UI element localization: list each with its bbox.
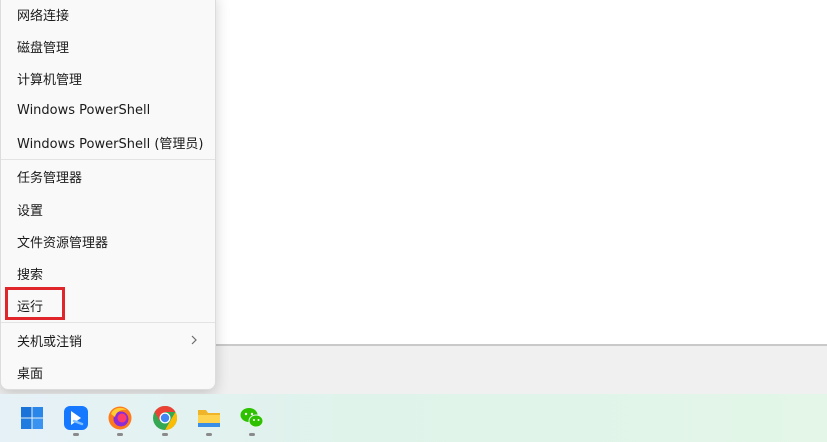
windows-start-icon xyxy=(21,407,43,429)
running-indicator xyxy=(162,433,168,436)
running-indicator xyxy=(249,433,255,436)
taskbar-feishu[interactable] xyxy=(58,400,94,436)
menu-item-computer-management[interactable]: 计算机管理 xyxy=(5,64,211,92)
menu-item-label: 磁盘管理 xyxy=(17,40,70,56)
chevron-right-icon xyxy=(191,335,197,345)
menu-item-label: 桌面 xyxy=(17,366,44,382)
menu-item-desktop[interactable]: 桌面 xyxy=(5,358,211,386)
menu-item-label: Windows PowerShell (管理员) xyxy=(17,136,204,152)
running-indicator xyxy=(206,433,212,436)
taskbar-chrome[interactable] xyxy=(147,400,183,436)
firefox-icon xyxy=(108,406,132,430)
menu-item-label: 关机或注销 xyxy=(17,334,83,350)
highlight-annotation-box xyxy=(5,287,65,320)
wechat-icon xyxy=(240,408,264,428)
menu-item-task-manager[interactable]: 任务管理器 xyxy=(5,162,211,190)
desktop: 网络连接 磁盘管理 计算机管理 Windows PowerShell Windo… xyxy=(0,0,827,442)
menu-item-network-connections[interactable]: 网络连接 xyxy=(5,0,211,28)
running-indicator xyxy=(117,433,123,436)
menu-item-label: 设置 xyxy=(17,203,44,219)
menu-item-shutdown-signout[interactable]: 关机或注销 xyxy=(5,326,211,354)
taskbar-firefox[interactable] xyxy=(102,400,138,436)
menu-item-label: 计算机管理 xyxy=(17,72,83,88)
taskbar-wechat[interactable] xyxy=(234,400,270,436)
taskbar-file-explorer[interactable] xyxy=(191,400,227,436)
start-button[interactable] xyxy=(14,400,50,436)
winx-context-menu: 网络连接 磁盘管理 计算机管理 Windows PowerShell Windo… xyxy=(0,0,216,390)
menu-item-disk-management[interactable]: 磁盘管理 xyxy=(5,32,211,60)
menu-item-label: 任务管理器 xyxy=(17,170,83,186)
menu-item-powershell[interactable]: Windows PowerShell xyxy=(5,96,211,124)
menu-item-label: 网络连接 xyxy=(17,8,70,24)
menu-item-search[interactable]: 搜索 xyxy=(5,259,211,287)
menu-item-powershell-admin[interactable]: Windows PowerShell (管理员) xyxy=(5,128,211,156)
file-explorer-icon xyxy=(198,410,220,427)
menu-separator xyxy=(1,322,215,323)
menu-item-label: 文件资源管理器 xyxy=(17,235,109,251)
menu-separator xyxy=(1,159,215,160)
menu-item-settings[interactable]: 设置 xyxy=(5,195,211,223)
running-indicator xyxy=(73,433,79,436)
menu-item-label: 搜索 xyxy=(17,267,44,283)
menu-item-file-explorer[interactable]: 文件资源管理器 xyxy=(5,227,211,255)
menu-item-label: Windows PowerShell xyxy=(17,102,151,118)
chrome-icon xyxy=(153,406,178,430)
taskbar xyxy=(0,394,827,442)
feishu-app-icon xyxy=(64,406,88,430)
